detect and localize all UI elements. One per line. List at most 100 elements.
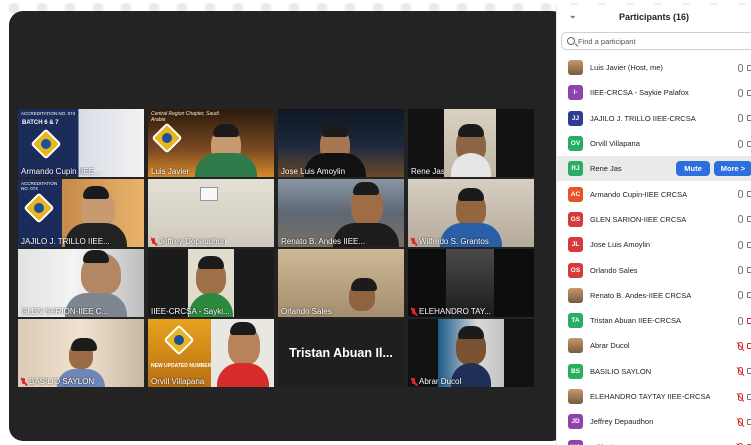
video-tile[interactable]: ACCREDITATION NO. 074 JAJILO J. TRILLO I…: [18, 179, 144, 247]
participants-title: Participants (16): [618, 12, 690, 22]
microphone-icon[interactable]: [738, 114, 743, 123]
video-tile[interactable]: IIEE-CRCSA - Sayki...: [148, 249, 274, 317]
participant-face: [69, 338, 97, 369]
microphone-icon[interactable]: [738, 316, 743, 325]
camera-icon[interactable]: [747, 89, 751, 96]
participant-photo-avatar: [568, 287, 583, 303]
video-tile[interactable]: Abrar Ducol: [408, 319, 534, 387]
camera-icon[interactable]: [747, 140, 751, 147]
video-tile[interactable]: ELEHANDRO TAY...: [408, 249, 534, 317]
video-tile[interactable]: Orlando Sales: [278, 249, 404, 317]
video-tile[interactable]: Central Region Chapter, Saudi Arabia Lui…: [148, 109, 274, 177]
camera-icon[interactable]: [747, 191, 751, 198]
camera-off-icon[interactable]: [747, 317, 751, 324]
participant-face: [456, 188, 486, 227]
participant-name: Orlando Sales: [281, 307, 332, 316]
mute-button[interactable]: Mute: [676, 161, 710, 177]
participant-row[interactable]: WSWilfredo S. Grantos: [557, 434, 751, 445]
more-button[interactable]: More >: [714, 161, 751, 177]
participants-list: Luis Javier (Host, me) I- IIEE-CRCSA - Say…: [557, 55, 751, 445]
microphone-icon[interactable]: [738, 291, 743, 300]
participant-name: Abrar Ducol: [419, 377, 462, 386]
search-input[interactable]: Find a participant: [561, 32, 751, 50]
camera-icon[interactable]: [747, 115, 751, 122]
participant-name: GLEN SARION-IIEE C...: [21, 307, 109, 316]
participant-row[interactable]: GS GLEN SARION-IIEE CRCSA: [557, 207, 751, 232]
participant-display-name: Tristan Abuan Il...: [289, 346, 393, 360]
participant-face: [456, 326, 486, 365]
camera-icon[interactable]: [747, 267, 751, 274]
mic-muted-icon[interactable]: [738, 417, 743, 426]
video-tile-camera-off[interactable]: Tristan Abuan Il...: [278, 319, 404, 387]
participant-name: Jeffrey Depaudhon: [159, 237, 227, 246]
camera-icon[interactable]: [747, 241, 751, 248]
microphone-icon[interactable]: [738, 139, 743, 148]
camera-off-icon[interactable]: [747, 342, 751, 349]
participant-row[interactable]: JJ JAJILO J. TRILLO IIEE-CRCSA: [557, 106, 751, 131]
microphone-icon[interactable]: [738, 240, 743, 249]
microphone-icon[interactable]: [738, 266, 743, 275]
participant-row[interactable]: AC Armando Cupin-IIEE CRCSA: [557, 181, 751, 206]
participant-row[interactable]: JD Jeffrey Depaudhon: [557, 409, 751, 434]
search-placeholder: Find a participant: [578, 36, 636, 46]
mic-muted-icon[interactable]: [738, 392, 743, 401]
video-tile[interactable]: Wilfredo S. Grantos: [408, 179, 534, 247]
mic-muted-icon[interactable]: [738, 341, 743, 350]
participant-row[interactable]: I- IIEE-CRCSA - Saykie Palafox: [557, 80, 751, 105]
participant-name: BASILIO SAYLON: [29, 377, 95, 386]
camera-icon[interactable]: [747, 64, 751, 71]
video-tile[interactable]: Rene Jas: [408, 109, 534, 177]
participant-name: IIEE-CRCSA - Saykie Palafox: [590, 88, 689, 98]
microphone-icon[interactable]: [738, 190, 743, 199]
camera-icon[interactable]: [747, 292, 751, 299]
participant-face: [351, 182, 384, 225]
camera-icon[interactable]: [747, 216, 751, 223]
participant-name: Jeffrey Depaudhon: [590, 417, 654, 427]
mic-muted-icon: [411, 377, 417, 386]
participant-row[interactable]: OV Orvill Villapana: [557, 131, 751, 156]
participant-name: Abrar Ducol: [590, 341, 630, 351]
participant-avatar: JJ: [568, 110, 583, 126]
video-tile-active-speaker[interactable]: NEW UPDATED NUMBER Orvill Villapana: [148, 319, 274, 387]
participant-name: GLEN SARION-IIEE CRCSA: [590, 214, 687, 224]
video-tile[interactable]: ACCREDITATION NO. 074 BATCH 6 & 7 Armand…: [18, 109, 144, 177]
video-tile[interactable]: GLEN SARION-IIEE C...: [18, 249, 144, 317]
participant-row[interactable]: Renato B. Andes-IIEE CRCSA: [557, 283, 751, 308]
camera-icon[interactable]: [747, 418, 751, 425]
participant-row[interactable]: RJ Rene Jas Mute More >: [557, 156, 751, 182]
participant-name: Orlando Sales: [590, 265, 638, 275]
mic-muted-icon: [151, 237, 157, 246]
participant-row[interactable]: Abrar Ducol: [557, 333, 751, 358]
mic-muted-icon[interactable]: [738, 367, 743, 376]
microphone-icon[interactable]: [738, 88, 743, 97]
participant-row[interactable]: BS BASILIO SAYLON: [557, 359, 751, 384]
video-tile[interactable]: BASILIO SAYLON: [18, 319, 144, 387]
mic-muted-icon: [411, 307, 417, 316]
chevron-down-icon[interactable]: ⌄: [569, 10, 577, 21]
participant-row[interactable]: Luis Javier (Host, me): [557, 55, 751, 80]
search-icon: [567, 37, 575, 45]
participant-name: Luis Javier (Host, me): [590, 63, 663, 73]
participant-name: IIEE-CRCSA - Sayki...: [151, 307, 230, 316]
participant-face: [196, 256, 226, 295]
participant-avatar: OV: [568, 136, 583, 152]
participant-name: BASILIO SAYLON: [590, 366, 652, 376]
video-tile[interactable]: Jeffrey Depaudhon: [148, 179, 274, 247]
tile-top-text: ACCREDITATION NO. 074: [21, 181, 58, 191]
tile-top-text: Central Region Chapter, Saudi Arabia: [151, 111, 219, 123]
video-tile[interactable]: Jose Luis Amoylin: [278, 109, 404, 177]
participant-row[interactable]: OS Orlando Sales: [557, 257, 751, 282]
participant-avatar: GS: [568, 211, 583, 227]
participant-face: [81, 250, 122, 295]
video-tile[interactable]: Renato B. Andes IIEE...: [278, 179, 404, 247]
participant-row[interactable]: TA Tristan Abuan IIEE-CRCSA: [557, 308, 751, 333]
participant-row[interactable]: ELEHANDRO TAYTAY IIEE-CRCSA: [557, 384, 751, 409]
camera-icon[interactable]: [747, 393, 751, 400]
microphone-icon[interactable]: [738, 215, 743, 224]
camera-icon[interactable]: [747, 368, 751, 375]
participant-face: [227, 322, 260, 365]
participant-row[interactable]: JL Jose Luis Amoylin: [557, 232, 751, 257]
microphone-icon[interactable]: [738, 63, 743, 72]
tile-badge: BATCH 6 & 7: [22, 120, 59, 126]
participant-name: Armando Cupin-IIEE CRCSA: [590, 189, 688, 199]
